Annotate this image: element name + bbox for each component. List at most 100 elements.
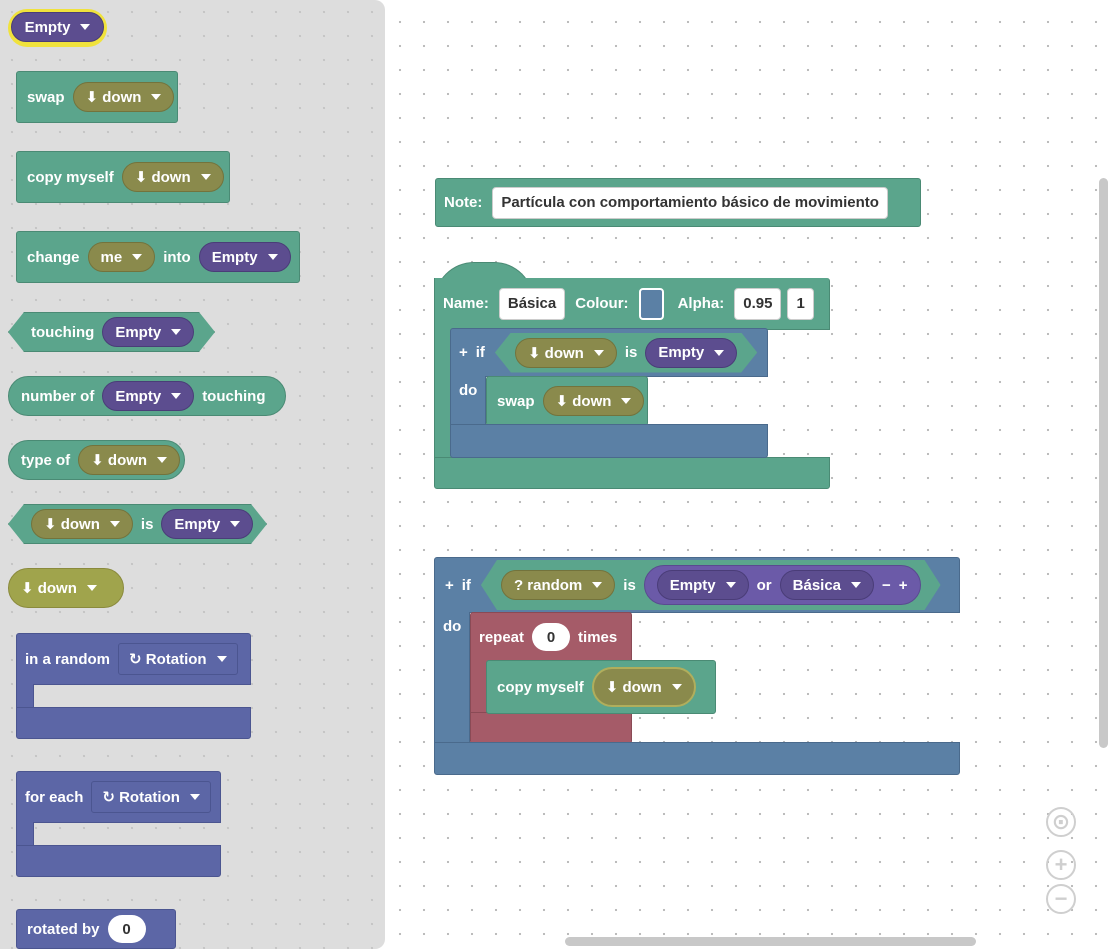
number-of-block[interactable]: number of Empty touching <box>8 376 286 416</box>
alpha-label: Alpha: <box>677 295 725 312</box>
swap-block[interactable]: swap ⬇ down <box>486 376 648 426</box>
touching-block[interactable]: touching Empty <box>8 312 215 352</box>
in-a-random-block[interactable]: in a random ↻ Rotation <box>16 633 251 739</box>
add-option-button[interactable]: + <box>899 577 908 594</box>
element-value: Empty <box>658 344 705 361</box>
colour-label: Colour: <box>575 295 629 312</box>
element-dropdown-2[interactable]: Básica <box>780 570 874 600</box>
zoom-in-glyph: + <box>1054 852 1068 877</box>
rotated-by-label: rotated by <box>27 920 100 938</box>
element-dropdown[interactable]: Empty <box>198 242 291 272</box>
toolbox-flyout[interactable]: Empty swap ⬇ down copy myself ⬇ down cha… <box>0 0 385 949</box>
direction-value: ⬇ down <box>44 516 100 533</box>
direction-dropdown[interactable]: ⬇ down <box>542 386 645 416</box>
alpha-input[interactable]: 0.95 <box>734 287 782 320</box>
change-into-block[interactable]: change me into Empty <box>16 231 300 283</box>
name-label: Name: <box>443 295 489 312</box>
copy-myself-label: copy myself <box>27 168 114 186</box>
empty-label: Empty <box>24 18 71 36</box>
repeat-block[interactable]: repeat 0 times copy myself ⬇ down <box>470 612 716 744</box>
rotation-value: ↻ Rotation <box>102 789 180 806</box>
into-label: into <box>163 248 191 266</box>
repeat-count-input[interactable]: 0 <box>532 623 571 651</box>
direction-dropdown[interactable]: ⬇ down <box>78 445 181 475</box>
note-text-input[interactable]: Partícula con comportamiento básico de m… <box>492 186 888 219</box>
type-of-block[interactable]: type of ⬇ down <box>8 440 185 480</box>
is-block[interactable]: ⬇ down is Empty <box>8 504 267 544</box>
element-dropdown[interactable]: Empty <box>102 381 195 411</box>
for-each-block[interactable]: for each ↻ Rotation <box>16 771 221 877</box>
direction-dropdown[interactable]: ⬇ down <box>591 667 696 707</box>
empty-element-block[interactable]: Empty <box>8 9 107 47</box>
center-view-icon[interactable]: ⊙ <box>1046 807 1076 837</box>
do-label: do <box>459 382 478 399</box>
do-label: do <box>443 618 462 635</box>
element-value: Básica <box>792 576 842 594</box>
is-condition[interactable]: ? random is Empty or Básica − + <box>481 560 941 610</box>
swap-label: swap <box>27 88 65 106</box>
horizontal-scrollbar[interactable] <box>565 937 976 946</box>
who-value: me <box>100 248 123 266</box>
workspace-canvas[interactable]: Note: Partícula con comportamiento básic… <box>385 0 1111 949</box>
alpha-extra-input[interactable]: 1 <box>787 287 814 320</box>
element-value: Empty <box>211 248 258 266</box>
if-mutator-plus[interactable]: + <box>459 344 468 361</box>
direction-dropdown[interactable]: ⬇ down <box>515 338 617 368</box>
element-value: Empty <box>115 387 162 405</box>
rotation-value-input[interactable]: 0 <box>107 915 146 943</box>
direction-value: ⬇ down <box>527 344 584 362</box>
direction-value: ⬇ down <box>555 393 612 410</box>
is-label: is <box>624 344 638 361</box>
direction-dropdown[interactable]: ⬇ down <box>72 82 175 112</box>
direction-block[interactable]: ⬇ down <box>8 568 124 608</box>
times-label: times <box>578 628 618 646</box>
empty-dropdown[interactable]: Empty <box>11 12 104 42</box>
direction-value: ⬇ down <box>85 89 142 106</box>
element-definition-block[interactable]: Name: Básica Colour: Alpha: 0.95 1 + if … <box>434 262 830 489</box>
direction-value: ⬇ down <box>134 169 191 186</box>
zoom-out-glyph: − <box>1054 886 1068 911</box>
center-glyph: ⊙ <box>1051 809 1071 834</box>
element-value: Empty <box>669 576 716 594</box>
direction-value: ⬇ down <box>21 580 77 597</box>
element-dropdown[interactable]: Empty <box>102 317 194 347</box>
rotated-by-block[interactable]: rotated by 0 <box>16 909 176 949</box>
name-input[interactable]: Básica <box>498 287 566 320</box>
note-block[interactable]: Note: Partícula con comportamiento básic… <box>435 178 921 227</box>
copy-myself-block[interactable]: copy myself ⬇ down <box>16 151 230 203</box>
direction-value: ⬇ down <box>91 452 148 469</box>
is-condition[interactable]: ⬇ down is Empty <box>495 333 757 373</box>
rotation-dropdown[interactable]: ↻ Rotation <box>91 781 211 813</box>
vertical-scrollbar[interactable] <box>1099 178 1108 748</box>
is-label: is <box>140 515 154 533</box>
number-of-label: number of <box>21 387 95 405</box>
element-dropdown[interactable]: Empty <box>645 338 737 368</box>
if-label: if <box>475 344 485 361</box>
who-dropdown[interactable]: me <box>87 242 156 272</box>
touching-label: touching <box>31 323 95 341</box>
swap-label: swap <box>497 392 535 410</box>
element-dropdown-1[interactable]: Empty <box>657 570 749 600</box>
direction-dropdown[interactable]: ⬇ down <box>31 509 133 539</box>
direction-value: ⬇ down <box>605 679 662 696</box>
random-dropdown[interactable]: ? random <box>501 570 615 600</box>
if-block[interactable]: + if ⬇ down is Empty do swap ⬇ down <box>450 328 768 458</box>
swap-block[interactable]: swap ⬇ down <box>16 71 178 123</box>
rotation-value: ↻ Rotation <box>129 651 207 668</box>
element-value: Empty <box>174 515 221 533</box>
copy-myself-label: copy myself <box>497 678 584 696</box>
element-dropdown[interactable]: Empty <box>161 509 253 539</box>
zoom-in-icon[interactable]: + <box>1046 850 1076 880</box>
element-value: Empty <box>115 323 162 341</box>
random-if-block[interactable]: + if ? random is Empty or Básica − + do … <box>434 557 960 775</box>
colour-swatch[interactable] <box>638 287 664 320</box>
zoom-out-icon[interactable]: − <box>1046 884 1076 914</box>
if-mutator-plus[interactable]: + <box>445 577 454 594</box>
is-label: is <box>623 576 636 594</box>
touching-suffix: touching <box>202 387 266 405</box>
rotation-dropdown[interactable]: ↻ Rotation <box>118 643 238 675</box>
direction-dropdown[interactable]: ⬇ down <box>121 162 224 192</box>
copy-myself-block[interactable]: copy myself ⬇ down <box>486 660 716 714</box>
remove-option-button[interactable]: − <box>882 577 891 594</box>
or-list[interactable]: Empty or Básica − + <box>644 565 921 605</box>
